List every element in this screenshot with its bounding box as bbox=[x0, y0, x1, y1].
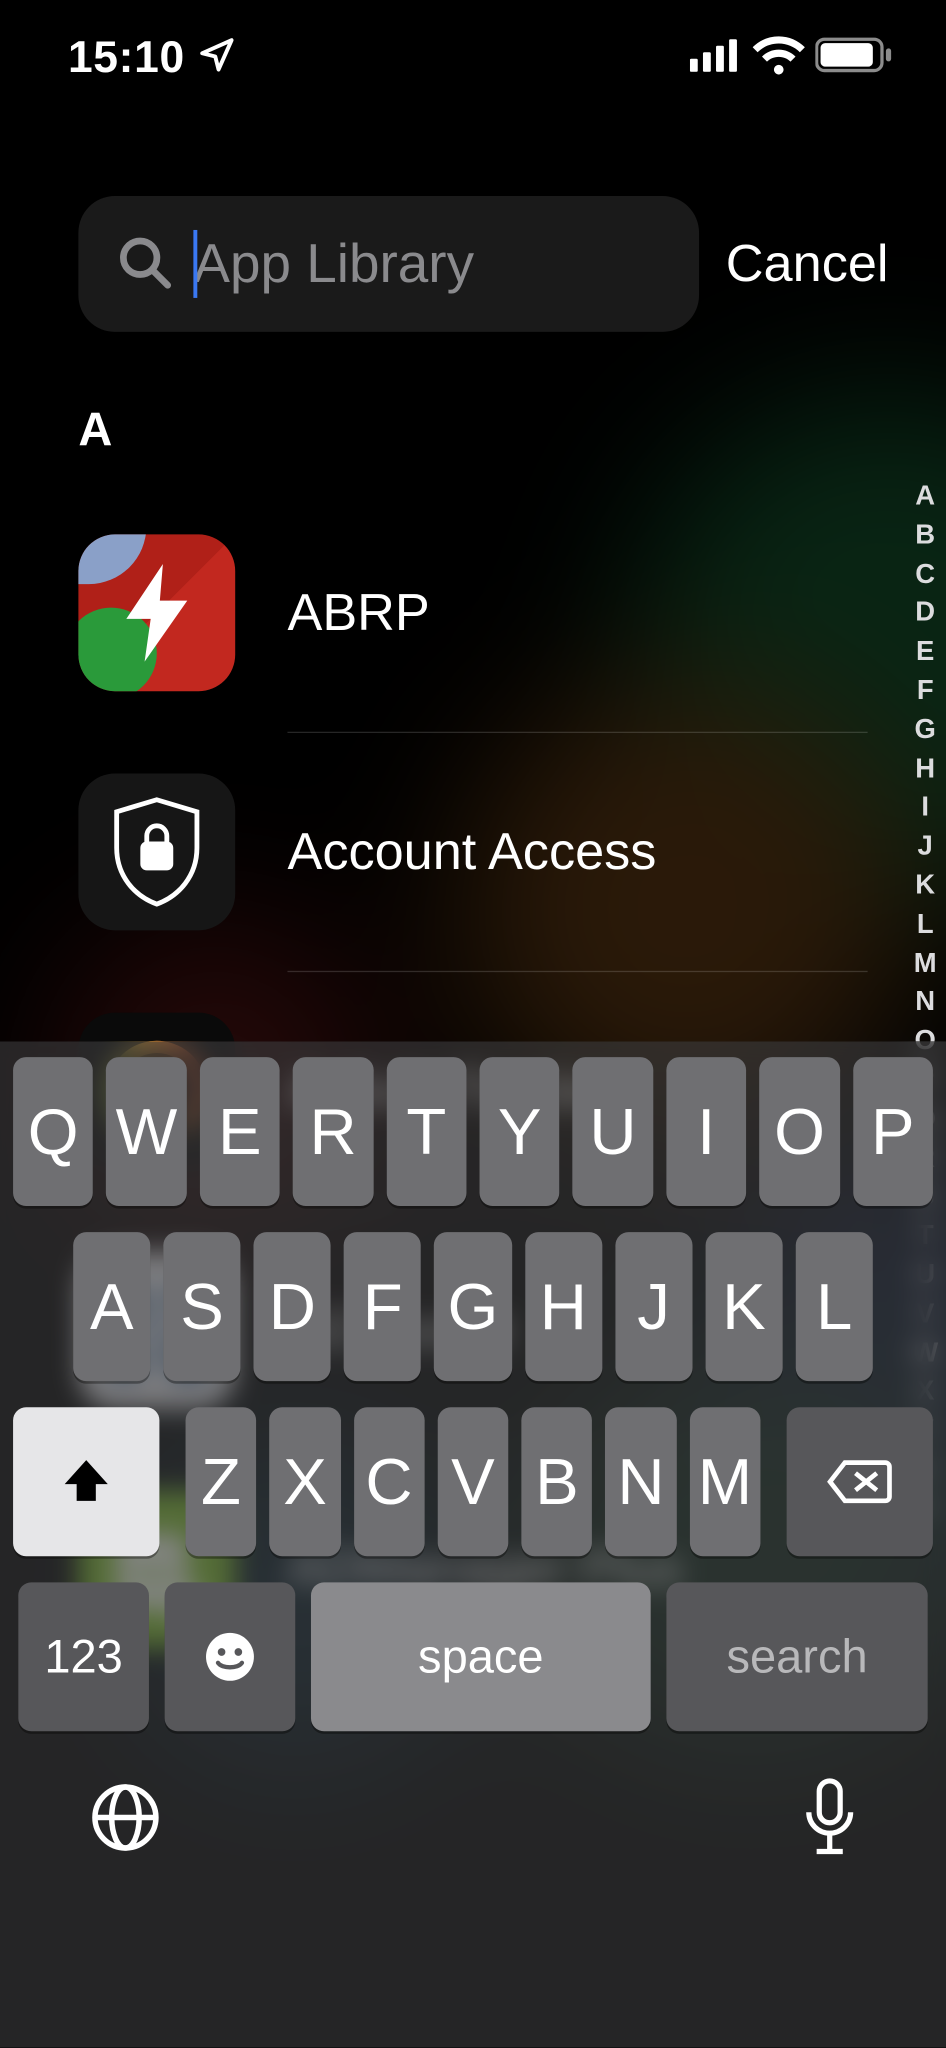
key-b[interactable]: B bbox=[522, 1408, 593, 1557]
index-letter[interactable]: M bbox=[914, 948, 937, 979]
index-letter[interactable]: H bbox=[915, 753, 935, 784]
key-d[interactable]: D bbox=[254, 1233, 331, 1382]
key-w[interactable]: W bbox=[106, 1058, 186, 1207]
index-letter[interactable]: C bbox=[915, 559, 935, 590]
key-m[interactable]: M bbox=[689, 1408, 760, 1557]
text-cursor bbox=[193, 230, 197, 298]
index-letter[interactable]: K bbox=[915, 870, 935, 901]
key-i[interactable]: I bbox=[666, 1058, 746, 1207]
app-name: ABRP bbox=[287, 583, 429, 642]
app-icon-abrp bbox=[78, 534, 235, 691]
key-s[interactable]: S bbox=[163, 1233, 240, 1382]
index-letter[interactable]: F bbox=[917, 676, 934, 707]
key-f[interactable]: F bbox=[344, 1233, 421, 1382]
globe-icon[interactable] bbox=[89, 1781, 162, 1861]
index-letter[interactable]: N bbox=[915, 987, 935, 1018]
wifi-icon bbox=[753, 35, 805, 81]
search-icon bbox=[115, 232, 172, 296]
key-u[interactable]: U bbox=[573, 1058, 653, 1207]
key-g[interactable]: G bbox=[434, 1233, 511, 1382]
app-icon-account-access bbox=[78, 774, 235, 931]
key-r[interactable]: R bbox=[293, 1058, 373, 1207]
key-y[interactable]: Y bbox=[480, 1058, 560, 1207]
search-key[interactable]: search bbox=[666, 1583, 927, 1732]
app-name: Account Access bbox=[287, 823, 656, 882]
index-letter[interactable]: A bbox=[915, 481, 935, 512]
status-bar: 15:10 bbox=[0, 0, 946, 91]
key-n[interactable]: N bbox=[606, 1408, 677, 1557]
key-l[interactable]: L bbox=[796, 1233, 873, 1382]
battery-icon bbox=[815, 36, 893, 79]
index-letter[interactable]: D bbox=[915, 598, 935, 629]
dictation-icon[interactable] bbox=[797, 1776, 862, 1866]
backspace-key[interactable] bbox=[787, 1408, 933, 1557]
key-e[interactable]: E bbox=[200, 1058, 280, 1207]
location-icon bbox=[198, 35, 237, 81]
key-p[interactable]: P bbox=[853, 1058, 933, 1207]
space-key[interactable]: space bbox=[311, 1583, 651, 1732]
key-t[interactable]: T bbox=[386, 1058, 466, 1207]
key-c[interactable]: C bbox=[354, 1408, 425, 1557]
index-letter[interactable]: J bbox=[918, 831, 933, 862]
cellular-icon bbox=[690, 37, 742, 78]
index-letter[interactable]: G bbox=[915, 714, 936, 745]
key-x[interactable]: X bbox=[270, 1408, 341, 1557]
app-row-abrp[interactable]: ABRP bbox=[78, 494, 867, 732]
search-input[interactable] bbox=[193, 233, 663, 296]
key-a[interactable]: A bbox=[73, 1233, 150, 1382]
key-o[interactable]: O bbox=[759, 1058, 839, 1207]
cancel-button[interactable]: Cancel bbox=[726, 235, 899, 294]
search-field[interactable] bbox=[78, 196, 699, 332]
emoji-key[interactable] bbox=[165, 1583, 296, 1732]
index-letter[interactable]: B bbox=[915, 520, 935, 551]
key-v[interactable]: V bbox=[438, 1408, 509, 1557]
key-j[interactable]: J bbox=[615, 1233, 692, 1382]
keyboard: QWERTYUIOP ASDFGHJKL ZXCVBNM 123 space s… bbox=[0, 1042, 946, 2048]
key-h[interactable]: H bbox=[525, 1233, 602, 1382]
index-letter[interactable]: I bbox=[921, 792, 929, 823]
app-row-account-access[interactable]: Account Access bbox=[78, 733, 867, 971]
section-header: A bbox=[78, 402, 867, 457]
numbers-key[interactable]: 123 bbox=[18, 1583, 149, 1732]
key-z[interactable]: Z bbox=[186, 1408, 257, 1557]
status-time: 15:10 bbox=[68, 32, 185, 83]
key-q[interactable]: Q bbox=[13, 1058, 93, 1207]
index-letter[interactable]: L bbox=[917, 909, 934, 940]
shift-key[interactable] bbox=[13, 1408, 159, 1557]
index-letter[interactable]: E bbox=[916, 637, 934, 668]
key-k[interactable]: K bbox=[705, 1233, 782, 1382]
